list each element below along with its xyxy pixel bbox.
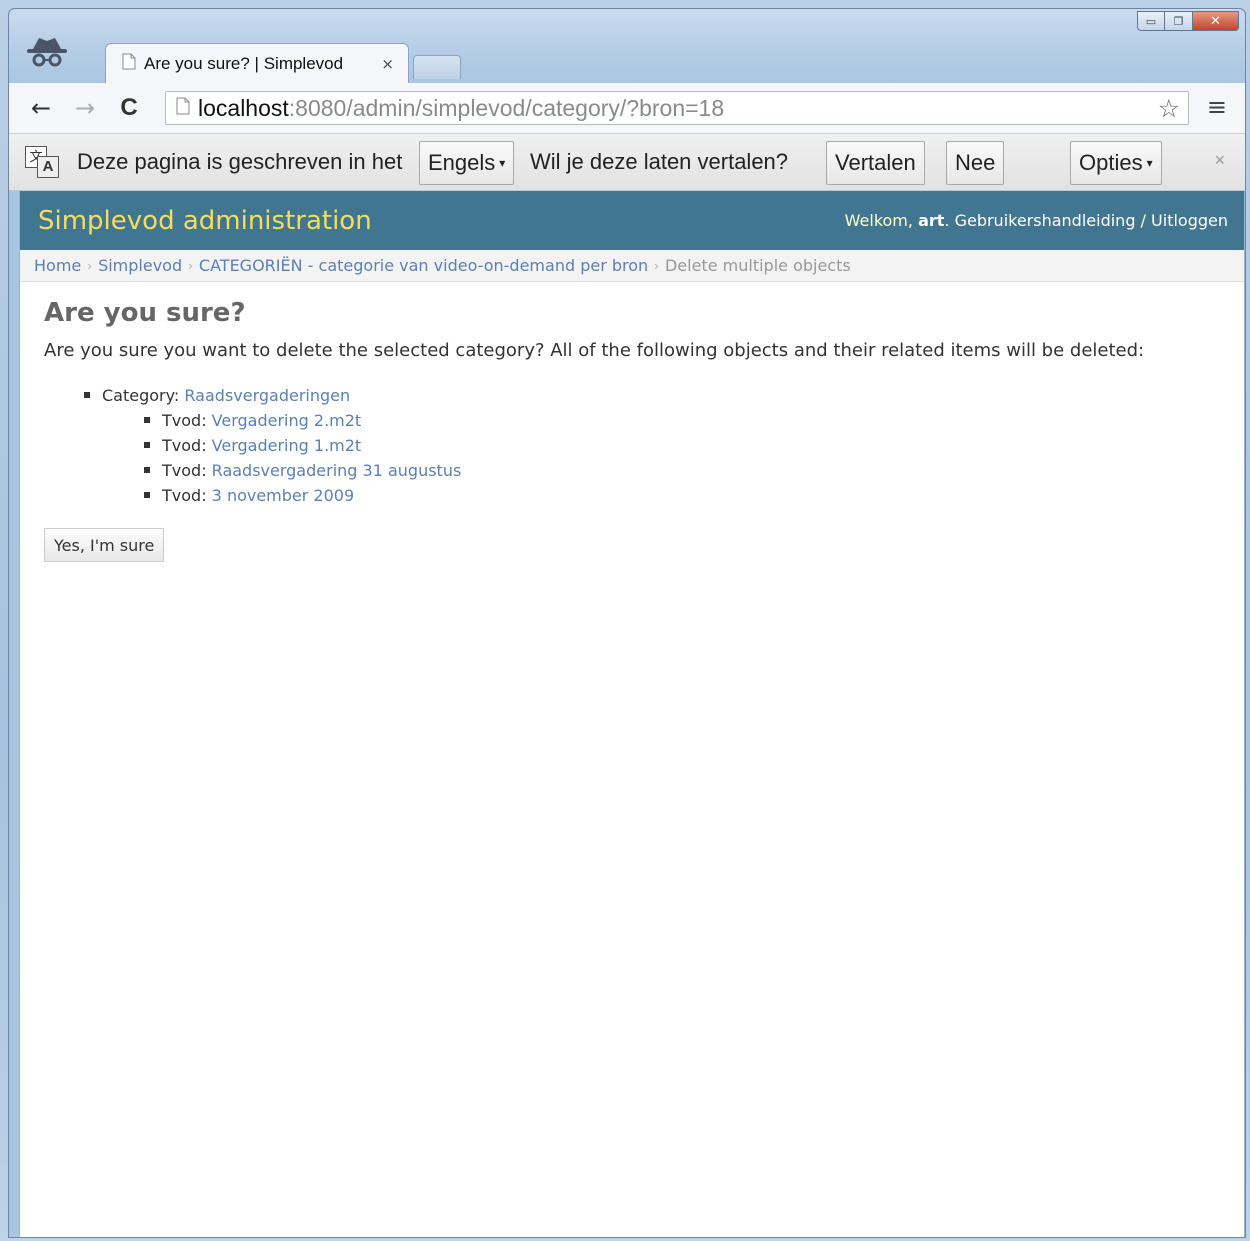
minimize-icon[interactable]: ▭ — [1137, 11, 1165, 31]
url-path: :8080/admin/simplevod/category/?bron=18 — [288, 94, 725, 121]
url-host: localhost — [198, 94, 289, 121]
browser-window: ▭ ❐ ✕ Are you sure? | Simplevod × ← → C … — [8, 8, 1246, 1238]
no-button[interactable]: Nee — [946, 141, 1005, 185]
menu-icon[interactable]: ≡ — [1207, 93, 1227, 121]
bullet — [84, 391, 90, 398]
back-icon[interactable]: ← — [19, 94, 63, 122]
confirmation-text: Are you sure you want to delete the sele… — [44, 340, 1145, 361]
address-bar[interactable]: localhost:8080/admin/simplevod/category/… — [165, 91, 1189, 125]
translate-prefix: Deze pagina is geschreven in het — [77, 149, 403, 174]
no-button-label: Nee — [955, 150, 996, 175]
breadcrumb-current: Delete multiple objects — [664, 256, 851, 275]
translate-icon-target: A — [37, 156, 59, 178]
options-dropdown[interactable]: Opties ▾ — [1070, 141, 1162, 185]
username: art — [918, 211, 945, 230]
list-item: Tvod: Vergadering 2.m2t — [144, 408, 1220, 433]
page-icon — [176, 97, 190, 120]
bullet — [144, 491, 150, 498]
breadcrumb-separator: › — [188, 258, 193, 273]
breadcrumb-model[interactable]: CATEGORIËN - categorie van video-on-dema… — [199, 256, 648, 275]
confirm-delete-button[interactable]: Yes, I'm sure — [44, 528, 165, 562]
bullet — [144, 441, 150, 448]
translate-close-icon[interactable]: × — [1214, 150, 1225, 171]
language-dropdown[interactable]: Engels ▾ — [419, 141, 515, 185]
bullet — [144, 466, 150, 473]
translate-button[interactable]: Vertalen — [826, 141, 925, 185]
window-controls: ▭ ❐ ✕ — [1137, 11, 1239, 31]
tab-active[interactable]: Are you sure? | Simplevod × — [105, 43, 409, 83]
site-name[interactable]: Simplevod administration — [38, 206, 372, 236]
list-item: Tvod: Vergadering 1.m2t — [144, 433, 1220, 458]
breadcrumb-app[interactable]: Simplevod — [98, 256, 182, 275]
tvod-link[interactable]: 3 november 2009 — [212, 486, 354, 505]
docs-link[interactable]: Gebruikershandleiding — [955, 211, 1136, 230]
tvod-link[interactable]: Raadsvergadering 31 augustus — [212, 461, 462, 480]
list-item: Category: Raadsvergaderingen Tvod: Verga… — [84, 383, 1220, 508]
translate-bar: 文 A Deze pagina is geschreven in het Eng… — [9, 133, 1245, 191]
list-item: Tvod: 3 november 2009 — [144, 483, 1220, 508]
main-content: Are you sure? Are you sure you want to d… — [20, 282, 1244, 578]
tvod-label: Tvod: — [162, 436, 212, 455]
tvod-link[interactable]: Vergadering 2.m2t — [212, 411, 362, 430]
translate-icon: 文 A — [25, 146, 61, 180]
admin-header: Simplevod administration Welkom, art. Ge… — [20, 191, 1244, 250]
deleted-objects-list: Category: Raadsvergaderingen Tvod: Verga… — [84, 383, 1220, 508]
welcome-dot: . — [944, 211, 955, 230]
related-objects-list: Tvod: Vergadering 2.m2t Tvod: Vergaderin… — [144, 408, 1220, 508]
bullet — [144, 416, 150, 423]
user-tools: Welkom, art. Gebruikershandleiding / Uit… — [845, 211, 1228, 230]
translate-button-label: Vertalen — [835, 150, 916, 175]
forward-icon[interactable]: → — [63, 94, 107, 122]
language-value: Engels — [428, 150, 496, 175]
incognito-icon — [23, 35, 71, 71]
page-content: Simplevod administration Welkom, art. Ge… — [19, 191, 1245, 1237]
page-title: Are you sure? — [44, 298, 246, 328]
browser-toolbar: ← → C localhost:8080/admin/simplevod/cat… — [9, 83, 1245, 133]
translate-question: Wil je deze laten vertalen? — [530, 149, 789, 174]
page-icon — [122, 53, 136, 74]
breadcrumb-separator: › — [654, 258, 659, 273]
tab-title: Are you sure? | Simplevod — [144, 53, 344, 73]
tvod-label: Tvod: — [162, 486, 212, 505]
logout-link[interactable]: Uitloggen — [1151, 211, 1228, 230]
category-link[interactable]: Raadsvergaderingen — [184, 386, 350, 405]
breadcrumb-home[interactable]: Home — [34, 256, 81, 275]
options-label: Opties — [1079, 150, 1143, 175]
chevron-down-icon: ▾ — [1146, 156, 1153, 170]
tvod-label: Tvod: — [162, 411, 212, 430]
close-icon[interactable]: ✕ — [1193, 11, 1239, 31]
category-label: Category: — [102, 386, 185, 405]
reload-icon[interactable]: C — [107, 94, 151, 122]
welcome-text: Welkom, — [844, 211, 919, 230]
tab-close-icon[interactable]: × — [381, 55, 394, 73]
breadcrumb-separator: › — [87, 258, 93, 273]
user-tools-separator: / — [1135, 211, 1152, 230]
breadcrumb: Home › Simplevod › CATEGORIËN - categori… — [20, 250, 1244, 282]
maximize-icon[interactable]: ❐ — [1165, 11, 1193, 31]
new-tab-button[interactable] — [413, 55, 461, 79]
list-item: Tvod: Raadsvergadering 31 augustus — [144, 458, 1220, 483]
bookmark-star-icon[interactable]: ☆ — [1158, 94, 1180, 123]
tvod-label: Tvod: — [162, 461, 212, 480]
tvod-link[interactable]: Vergadering 1.m2t — [212, 436, 362, 455]
chevron-down-icon: ▾ — [499, 156, 506, 170]
